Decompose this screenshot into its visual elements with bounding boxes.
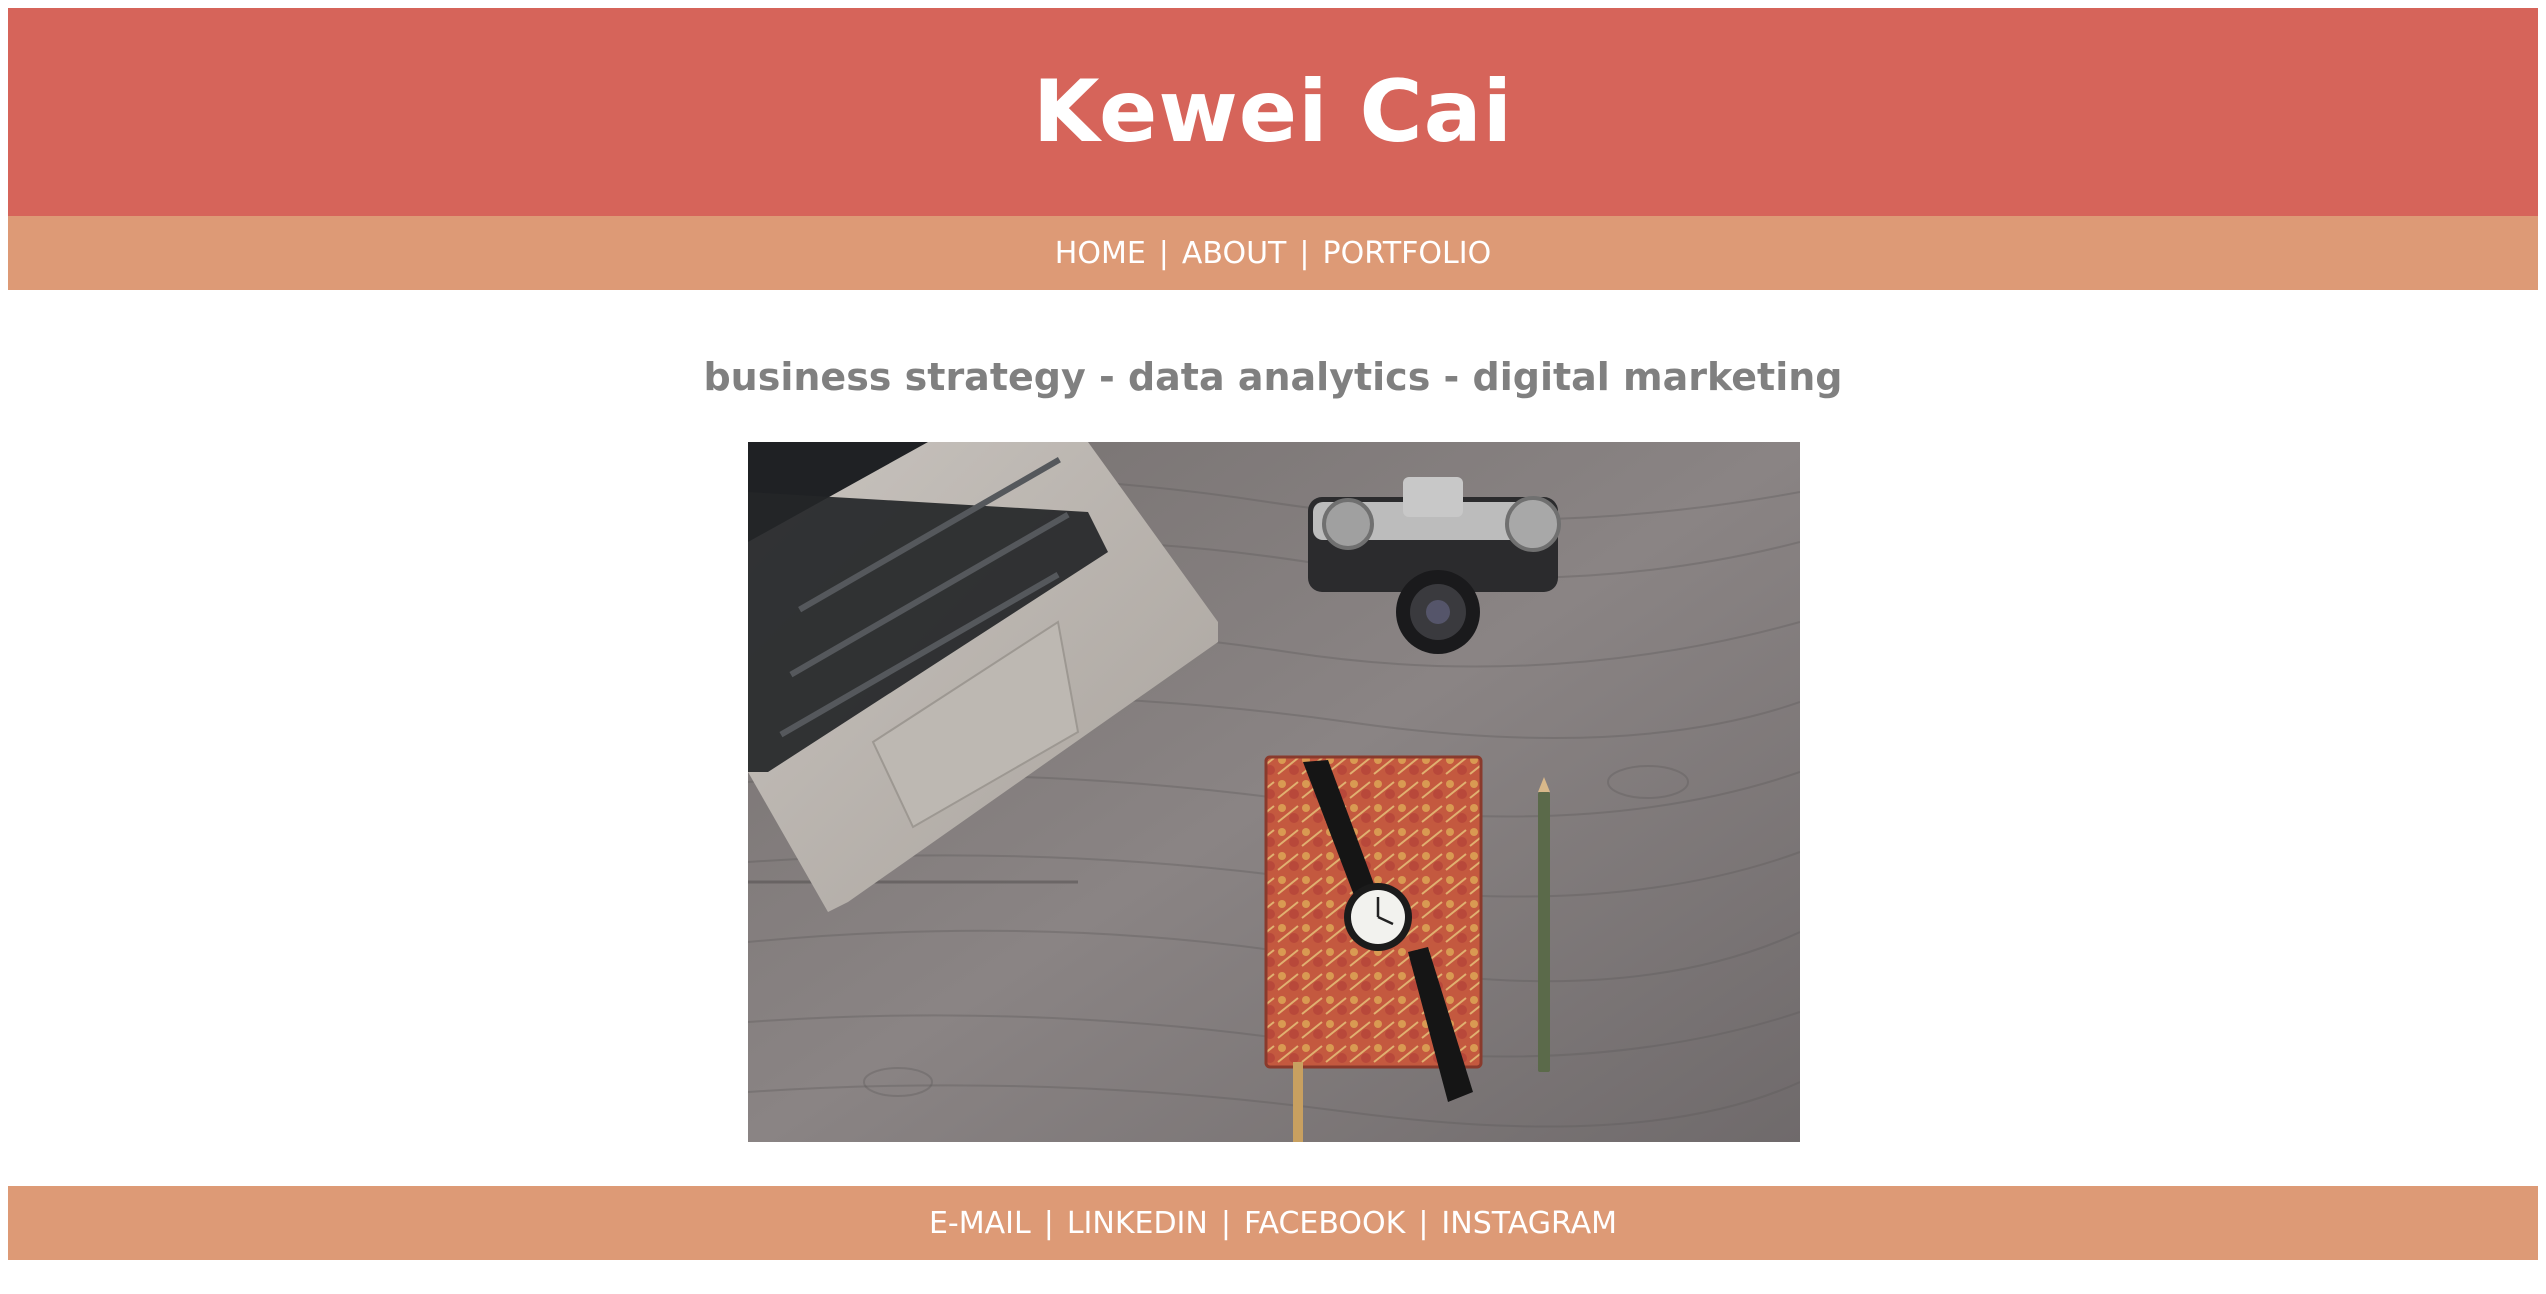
nav-about-link[interactable]: ABOUT xyxy=(1182,236,1286,271)
footer-separator: | xyxy=(1043,1205,1054,1241)
desk-flatlay-photo xyxy=(748,442,1800,1142)
nav-home-link[interactable]: HOME xyxy=(1055,236,1146,271)
footer-separator: | xyxy=(1418,1205,1429,1241)
footer-facebook-link[interactable]: FACEBOOK xyxy=(1244,1206,1405,1241)
page: Kewei Cai HOME | ABOUT | PORTFOLIO busin… xyxy=(0,0,2546,1294)
hero-image xyxy=(748,442,1800,1142)
nav-separator: | xyxy=(1299,235,1310,271)
nav-separator: | xyxy=(1158,235,1169,271)
footer-separator: | xyxy=(1220,1205,1231,1241)
site-title: Kewei Cai xyxy=(1032,62,1514,162)
tagline: business strategy - data analytics - dig… xyxy=(703,355,1843,399)
main-nav: HOME | ABOUT | PORTFOLIO xyxy=(8,216,2538,290)
pencil xyxy=(1538,777,1550,1072)
footer-linkedin-link[interactable]: LINKEDIN xyxy=(1067,1206,1208,1241)
site-footer: E-MAIL | LINKEDIN | FACEBOOK | INSTAGRAM xyxy=(8,1186,2538,1260)
footer-email-link[interactable]: E-MAIL xyxy=(929,1206,1031,1241)
nav-portfolio-link[interactable]: PORTFOLIO xyxy=(1322,236,1491,271)
site-header: Kewei Cai xyxy=(8,8,2538,216)
footer-instagram-link[interactable]: INSTAGRAM xyxy=(1441,1206,1617,1241)
